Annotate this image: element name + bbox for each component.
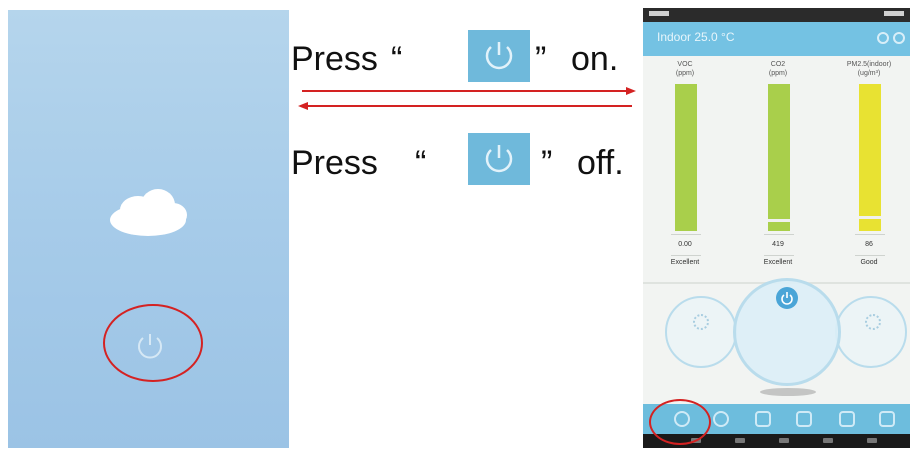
fan-icon xyxy=(693,314,709,330)
open-quote: “ xyxy=(391,40,403,78)
action-label: on. xyxy=(571,40,619,78)
status-icons-left xyxy=(649,11,669,16)
gauge-marker xyxy=(768,218,790,222)
action-label: off. xyxy=(577,144,624,182)
off-screen xyxy=(8,10,289,448)
power-icon xyxy=(485,42,513,70)
press-label: Press xyxy=(291,40,378,78)
info-icon[interactable] xyxy=(713,411,729,427)
status-bar xyxy=(643,8,910,22)
highlight-ring xyxy=(649,399,711,445)
gauge-bar xyxy=(859,84,881,231)
close-quote: ” xyxy=(535,40,547,78)
gauge-title: VOC (ppm) xyxy=(675,61,695,77)
on-screen: Indoor 25.0 °C VOC (ppm) 0.00 Excellent C… xyxy=(643,8,910,448)
status-icons-right xyxy=(884,11,904,16)
power-button-sample xyxy=(468,30,530,82)
toggle-arrows xyxy=(298,87,636,110)
gauge-bar xyxy=(768,84,790,231)
highlight-ring xyxy=(103,304,203,382)
indoor-temperature: Indoor 25.0 °C xyxy=(657,30,735,44)
gauge-value: 86 xyxy=(865,241,873,248)
settings-icon[interactable] xyxy=(877,32,889,44)
open-quote: “ xyxy=(415,144,427,182)
gauge-value: 0.00 xyxy=(678,241,692,248)
fan-icon[interactable] xyxy=(755,411,771,427)
power-icon[interactable] xyxy=(776,287,798,309)
cloud-icon xyxy=(110,189,187,236)
menu-icon[interactable] xyxy=(839,411,855,427)
gauge-panel: VOC (ppm) 0.00 Excellent CO2 (ppm) 419 Exc… xyxy=(643,56,910,404)
title-bar: Indoor 25.0 °C xyxy=(643,22,910,56)
gauge-title: PM2.5(indoor) (ug/m³) xyxy=(846,61,892,77)
gauge-marker xyxy=(859,215,881,219)
gauge-rating: Good xyxy=(860,259,878,266)
mode-button-left[interactable] xyxy=(665,296,737,368)
close-quote: ” xyxy=(541,144,553,182)
press-label: Press xyxy=(291,144,378,182)
power-button-sample xyxy=(468,133,530,185)
timer-icon xyxy=(865,314,881,330)
info-icon[interactable] xyxy=(893,32,905,44)
gauge-rating: Excellent xyxy=(670,259,700,266)
mode-button-right[interactable] xyxy=(835,296,907,368)
gauge-value: 419 xyxy=(772,241,784,248)
timer-icon[interactable] xyxy=(796,411,812,427)
gauge-title: CO2 (ppm) xyxy=(768,61,788,77)
gauge-rating: Excellent xyxy=(763,259,793,266)
gauge-bar xyxy=(675,84,697,231)
settings-icon[interactable] xyxy=(879,411,895,427)
power-icon xyxy=(485,145,513,173)
